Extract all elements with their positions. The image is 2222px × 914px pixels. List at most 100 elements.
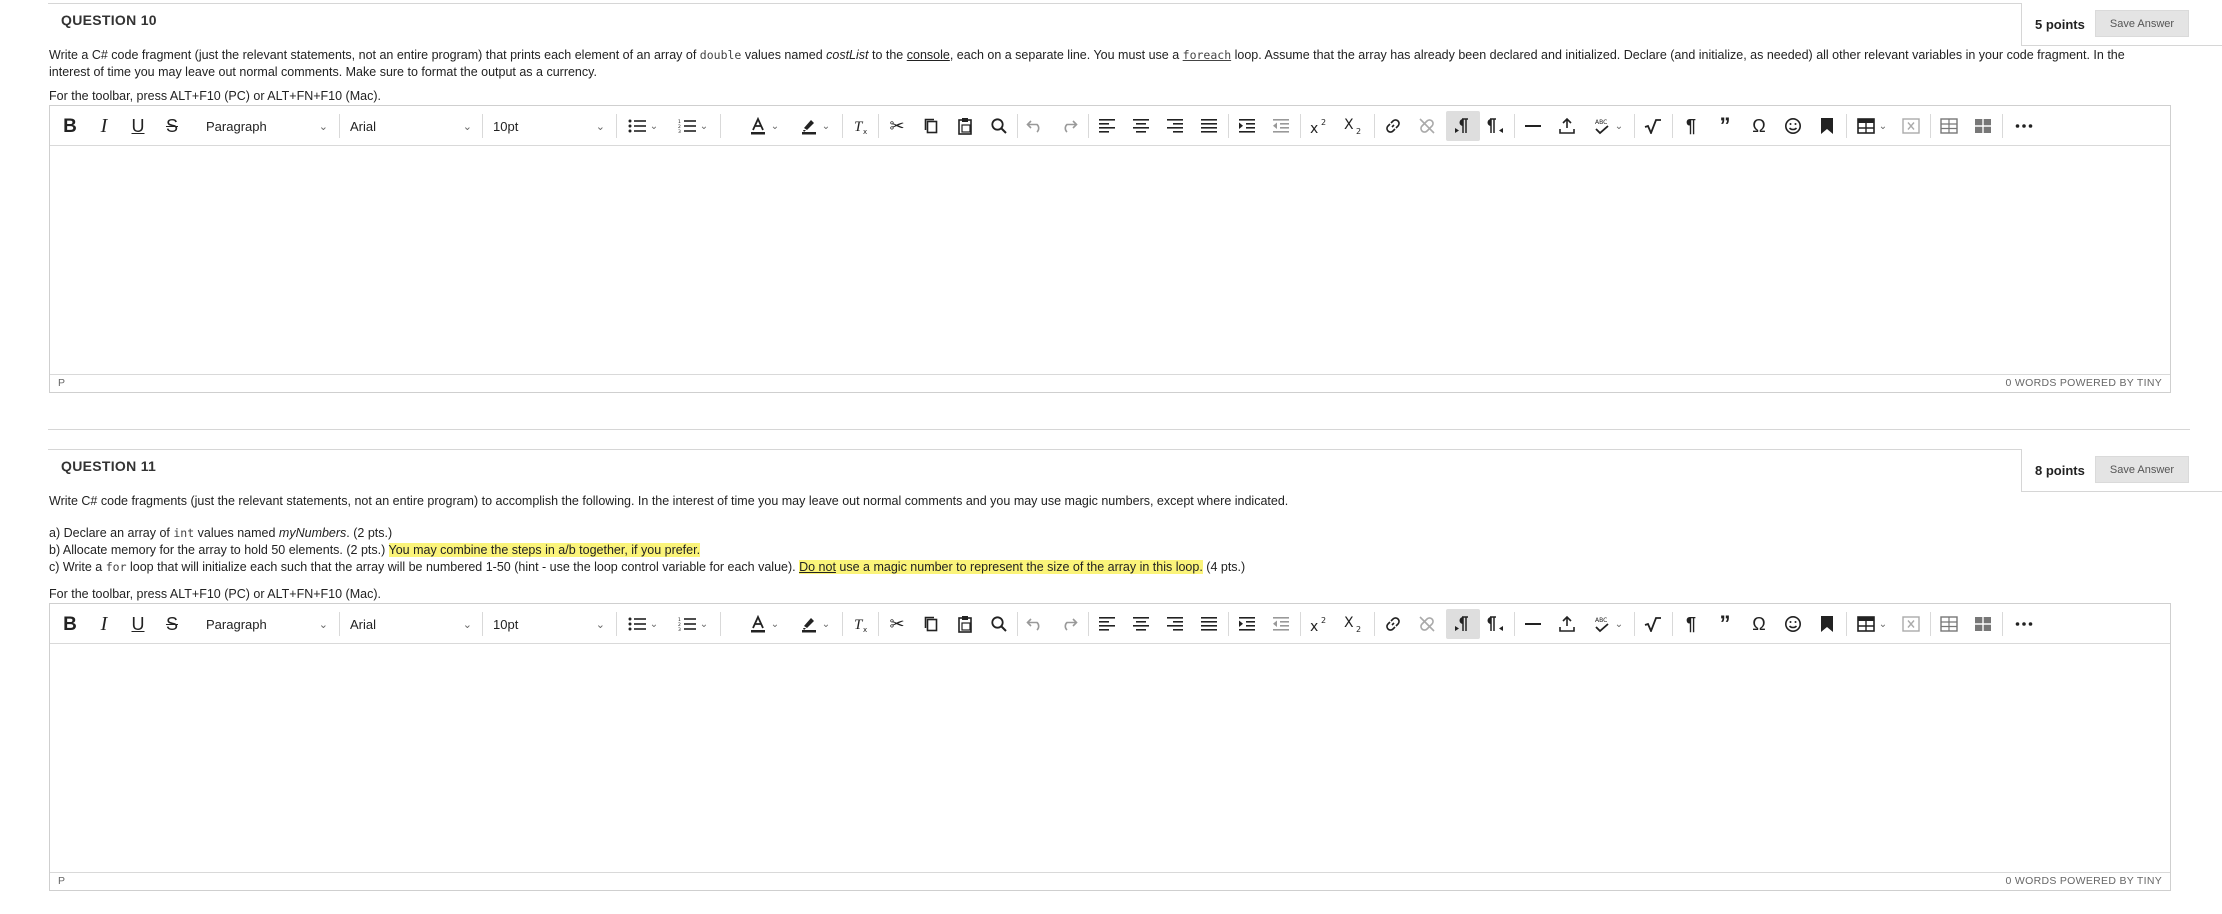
align-right-icon[interactable] — [1162, 111, 1188, 141]
text-color-icon[interactable]: ⌄ — [744, 111, 784, 141]
font-family-select[interactable]: Arial ⌄ — [340, 609, 480, 639]
cut-icon[interactable]: ✂ — [884, 111, 910, 141]
copy-icon[interactable] — [918, 111, 944, 141]
special-char-icon[interactable]: Ω — [1746, 609, 1772, 639]
table-icon[interactable]: ⌄ — [1852, 609, 1892, 639]
table-props-icon[interactable] — [1936, 111, 1962, 141]
italic-button[interactable]: I — [92, 111, 116, 141]
indent-icon[interactable] — [1234, 111, 1260, 141]
font-size-select[interactable]: 10pt ⌄ — [483, 609, 613, 639]
horizontal-rule-icon[interactable] — [1520, 609, 1546, 639]
superscript-icon[interactable]: x2 — [1306, 111, 1334, 141]
unlink-icon[interactable] — [1414, 111, 1440, 141]
undo-icon[interactable] — [1022, 111, 1048, 141]
editor-toolbar: B I U S Paragraph ⌄ Arial ⌄ 10pt ⌄ ⌄ 1 2 3 ⌄ ⌄… — [50, 604, 2170, 644]
block-format-select[interactable]: Paragraph ⌄ — [196, 609, 336, 639]
blockquote-icon[interactable]: ” — [1712, 111, 1738, 141]
horizontal-rule-icon[interactable] — [1520, 111, 1546, 141]
redo-icon[interactable] — [1056, 111, 1082, 141]
redo-icon[interactable] — [1056, 609, 1082, 639]
undo-icon[interactable] — [1022, 609, 1048, 639]
ltr-icon[interactable] — [1446, 111, 1480, 141]
find-icon[interactable] — [986, 111, 1012, 141]
bullet-list-icon[interactable]: ⌄ — [622, 609, 664, 639]
table-cells-icon[interactable] — [1970, 609, 1996, 639]
subscript-icon[interactable]: X2 — [1340, 609, 1368, 639]
italic-button[interactable]: I — [92, 609, 116, 639]
table-props-icon[interactable] — [1936, 609, 1962, 639]
save-answer-button[interactable]: Save Answer — [2095, 10, 2189, 37]
text-color-icon[interactable]: ⌄ — [744, 609, 784, 639]
editor-content-area[interactable] — [50, 146, 2170, 374]
ltr-icon[interactable] — [1446, 609, 1480, 639]
insert-icon[interactable] — [1554, 609, 1580, 639]
outdent-icon[interactable] — [1268, 609, 1294, 639]
math-icon[interactable] — [1640, 609, 1666, 639]
word-count-branding[interactable]: 0 WORDS POWERED BY TINY — [2006, 377, 2162, 389]
editor-content-area[interactable] — [50, 644, 2170, 872]
remove-icon[interactable] — [1898, 111, 1924, 141]
table-cells-icon[interactable] — [1970, 111, 1996, 141]
rtl-icon[interactable] — [1482, 111, 1508, 141]
rich-text-editor[interactable]: B I U S Paragraph ⌄ Arial ⌄ 10pt ⌄ ⌄ 1 2 3 ⌄ ⌄… — [49, 105, 2171, 393]
remove-icon[interactable] — [1898, 609, 1924, 639]
outdent-icon[interactable] — [1268, 111, 1294, 141]
align-left-icon[interactable] — [1094, 111, 1120, 141]
align-center-icon[interactable] — [1128, 609, 1154, 639]
element-path[interactable]: P — [58, 875, 65, 887]
bold-button[interactable]: B — [58, 111, 82, 141]
highlight-icon[interactable]: ⌄ — [794, 609, 836, 639]
bullet-list-icon[interactable]: ⌄ — [622, 111, 664, 141]
math-icon[interactable] — [1640, 111, 1666, 141]
strikethrough-button[interactable]: S — [160, 111, 184, 141]
editor-statusbar: P 0 WORDS POWERED BY TINY — [50, 374, 2170, 392]
bookmark-icon[interactable] — [1814, 111, 1840, 141]
font-family-select[interactable]: Arial ⌄ — [340, 111, 480, 141]
more-icon[interactable] — [2008, 609, 2040, 639]
bookmark-icon[interactable] — [1814, 609, 1840, 639]
special-char-icon[interactable]: Ω — [1746, 111, 1772, 141]
rich-text-editor[interactable]: B I U S Paragraph ⌄ Arial ⌄ 10pt ⌄ ⌄ 1 2 3 ⌄ ⌄… — [49, 603, 2171, 891]
subscript-icon[interactable]: X2 — [1340, 111, 1368, 141]
rtl-icon[interactable] — [1482, 609, 1508, 639]
numbered-list-icon[interactable]: 1 2 3 ⌄ — [672, 111, 714, 141]
paste-icon[interactable] — [952, 111, 978, 141]
highlight-icon[interactable]: ⌄ — [794, 111, 836, 141]
emoji-icon[interactable] — [1780, 111, 1806, 141]
link-icon[interactable] — [1380, 111, 1406, 141]
paragraph-mark-icon[interactable]: ¶ — [1678, 111, 1704, 141]
save-answer-button[interactable]: Save Answer — [2095, 456, 2189, 483]
align-right-icon[interactable] — [1162, 609, 1188, 639]
underline-button[interactable]: U — [126, 111, 150, 141]
paste-icon[interactable] — [952, 609, 978, 639]
align-center-icon[interactable] — [1128, 111, 1154, 141]
paragraph-mark-icon[interactable]: ¶ — [1678, 609, 1704, 639]
bold-button[interactable]: B — [58, 609, 82, 639]
font-size-select[interactable]: 10pt ⌄ — [483, 111, 613, 141]
copy-icon[interactable] — [918, 609, 944, 639]
align-justify-icon[interactable] — [1196, 111, 1222, 141]
element-path[interactable]: P — [58, 377, 65, 389]
block-format-select[interactable]: Paragraph ⌄ — [196, 111, 336, 141]
find-icon[interactable] — [986, 609, 1012, 639]
insert-icon[interactable] — [1554, 111, 1580, 141]
link-icon[interactable] — [1380, 609, 1406, 639]
numbered-list-icon[interactable]: 1 2 3 ⌄ — [672, 609, 714, 639]
superscript-icon[interactable]: x2 — [1306, 609, 1334, 639]
indent-icon[interactable] — [1234, 609, 1260, 639]
more-icon[interactable] — [2008, 111, 2040, 141]
emoji-icon[interactable] — [1780, 609, 1806, 639]
word-count-branding[interactable]: 0 WORDS POWERED BY TINY — [2006, 875, 2162, 887]
spellcheck-icon[interactable]: ABC ⌄ — [1588, 609, 1628, 639]
blockquote-icon[interactable]: ” — [1712, 609, 1738, 639]
align-justify-icon[interactable] — [1196, 609, 1222, 639]
strikethrough-button[interactable]: S — [160, 609, 184, 639]
unlink-icon[interactable] — [1414, 609, 1440, 639]
align-left-icon[interactable] — [1094, 609, 1120, 639]
cut-icon[interactable]: ✂ — [884, 609, 910, 639]
spellcheck-icon[interactable]: ABC ⌄ — [1588, 111, 1628, 141]
table-icon[interactable]: ⌄ — [1852, 111, 1892, 141]
clear-format-icon[interactable]: Tx — [848, 609, 874, 639]
clear-format-icon[interactable]: Tx — [848, 111, 874, 141]
underline-button[interactable]: U — [126, 609, 150, 639]
